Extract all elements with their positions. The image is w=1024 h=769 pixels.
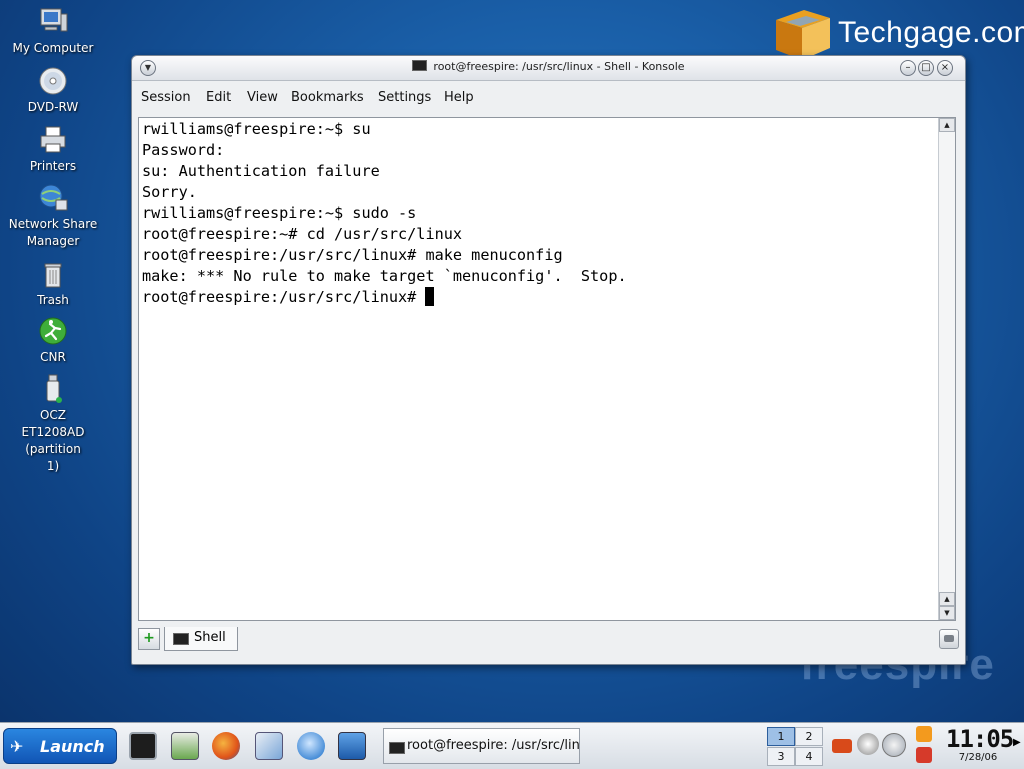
usb-drive-icon xyxy=(46,374,62,403)
tab-shell[interactable]: Shell xyxy=(164,627,238,651)
terminal-line: Password: xyxy=(142,141,225,159)
desktop-icon-printers[interactable]: Printers xyxy=(1,124,105,175)
window-title: root@freespire: /usr/src/linux - Shell -… xyxy=(132,60,965,73)
volume-tray-icon[interactable] xyxy=(857,733,879,755)
network-share-icon xyxy=(39,184,68,211)
desktop-pager: 1 2 3 4 xyxy=(765,726,825,766)
terminal-line: make: *** No rule to make target `menuco… xyxy=(142,267,627,285)
minimize-button[interactable]: – xyxy=(900,60,916,76)
desktop-icon-cnr[interactable]: CNR xyxy=(1,315,105,366)
desktop-icon-label: DVD-RW xyxy=(27,100,79,114)
watermark-text: Techgage.com xyxy=(838,16,1024,49)
menu-view[interactable]: View xyxy=(247,90,278,105)
text-cursor xyxy=(425,287,435,306)
pager-desktop-1[interactable]: 1 xyxy=(767,727,795,746)
pager-desktop-3[interactable]: 3 xyxy=(767,747,795,766)
editor-icon[interactable] xyxy=(255,732,283,760)
desktop-icon-dvd-rw[interactable]: DVD-RW xyxy=(1,65,105,116)
terminal-icon xyxy=(412,60,428,71)
update-tray-icon[interactable] xyxy=(882,733,906,757)
taskbar: ✈ Launch root@freespire: /usr/src/linux … xyxy=(0,722,1024,769)
desktop-icon-network-share-manager[interactable]: Network Share Manager xyxy=(1,182,105,250)
terminal-output: rwilliams@freespire:~$ su Password: su: … xyxy=(142,119,627,308)
cnr-icon xyxy=(39,317,67,345)
terminal-line: Sorry. xyxy=(142,183,197,201)
desktop-icon[interactable] xyxy=(338,732,366,760)
network-tray-icon[interactable] xyxy=(832,739,852,753)
terminal-icon xyxy=(389,742,405,754)
desktop-icon-my-computer[interactable]: My Computer xyxy=(1,6,105,57)
clock[interactable]: 11:05 7/28/06 xyxy=(946,725,1014,766)
scroll-up-button[interactable]: ▲ xyxy=(939,592,955,606)
firefox-icon[interactable] xyxy=(212,732,240,760)
terminal-prompt: root@freespire:/usr/src/linux# xyxy=(142,288,426,306)
close-session-button[interactable] xyxy=(939,629,959,649)
terminal-line: rwilliams@freespire:~$ su xyxy=(142,120,371,138)
launch-button[interactable]: ✈ Launch xyxy=(3,728,117,764)
desktop-icon-label: Printers xyxy=(29,159,77,173)
window-title-text: root@freespire: /usr/src/linux - Shell -… xyxy=(433,60,685,73)
menu-bookmarks[interactable]: Bookmarks xyxy=(291,90,364,105)
task-konsole[interactable]: root@freespire: /usr/src/linux - Shell -… xyxy=(383,728,580,764)
tab-label: Shell xyxy=(194,630,226,645)
terminal-line: rwilliams@freespire:~$ sudo -s xyxy=(142,204,417,222)
launch-label: Launch xyxy=(40,737,105,756)
vertical-scrollbar[interactable]: ▲ ▲ ▼ xyxy=(938,118,955,620)
terminal-line: su: Authentication failure xyxy=(142,162,380,180)
desktop-icon-trash[interactable]: Trash xyxy=(1,258,105,309)
file-manager-icon[interactable] xyxy=(171,732,199,760)
terminal-icon xyxy=(173,633,189,645)
terminal-line: root@freespire:/usr/src/linux# make menu… xyxy=(142,246,563,264)
new-session-button[interactable]: + xyxy=(138,628,160,650)
desktop-icon-ocz-drive[interactable]: OCZ ET1208AD (partition 1) xyxy=(1,373,105,475)
terminal-icon[interactable] xyxy=(129,732,157,760)
terminal-area[interactable]: rwilliams@freespire:~$ su Password: su: … xyxy=(138,117,956,621)
desktop-icon-label: My Computer xyxy=(12,41,94,55)
menu-edit[interactable]: Edit xyxy=(206,90,231,105)
computer-icon xyxy=(40,8,68,32)
disc-icon xyxy=(39,67,67,95)
session-tab-bar: + Shell xyxy=(132,627,965,655)
notification-tray-icon[interactable] xyxy=(916,726,932,742)
desktop-icon-label: OCZ ET1208AD (partition 1) xyxy=(21,408,85,473)
menu-bar: Session Edit View Bookmarks Settings Hel… xyxy=(132,86,965,108)
power-tray-icon[interactable] xyxy=(916,747,932,763)
maximize-button[interactable]: □ xyxy=(918,60,934,76)
menu-settings[interactable]: Settings xyxy=(378,90,431,105)
printer-icon xyxy=(40,126,66,153)
konsole-window[interactable]: ▼ root@freespire: /usr/src/linux - Shell… xyxy=(131,55,966,665)
clock-date: 7/28/06 xyxy=(958,752,998,763)
desktop-icon-label: Trash xyxy=(37,293,69,307)
taskbar-scroll-arrow-icon[interactable]: ▶ xyxy=(1013,737,1021,748)
close-button[interactable]: × xyxy=(937,60,953,76)
terminal-line: root@freespire:~# cd /usr/src/linux xyxy=(142,225,463,243)
desktop-icon-label: CNR xyxy=(40,350,66,364)
messenger-icon[interactable] xyxy=(297,732,325,760)
pager-desktop-2[interactable]: 2 xyxy=(795,727,823,746)
menu-session[interactable]: Session xyxy=(141,90,191,105)
pager-desktop-4[interactable]: 4 xyxy=(795,747,823,766)
scroll-down-button[interactable]: ▼ xyxy=(939,606,955,620)
task-label: root@freespire: /usr/src/linux - Shell -… xyxy=(407,738,580,753)
cube-logo-icon xyxy=(776,10,830,60)
trash-icon xyxy=(44,263,62,288)
scroll-up-top-button[interactable]: ▲ xyxy=(939,118,955,132)
window-titlebar[interactable]: ▼ root@freespire: /usr/src/linux - Shell… xyxy=(132,56,965,81)
clock-time: 11:05 xyxy=(946,725,1014,753)
launch-icon: ✈ xyxy=(10,737,24,756)
menu-help[interactable]: Help xyxy=(444,90,474,105)
desktop-icon-label: Network Share Manager xyxy=(8,217,98,248)
